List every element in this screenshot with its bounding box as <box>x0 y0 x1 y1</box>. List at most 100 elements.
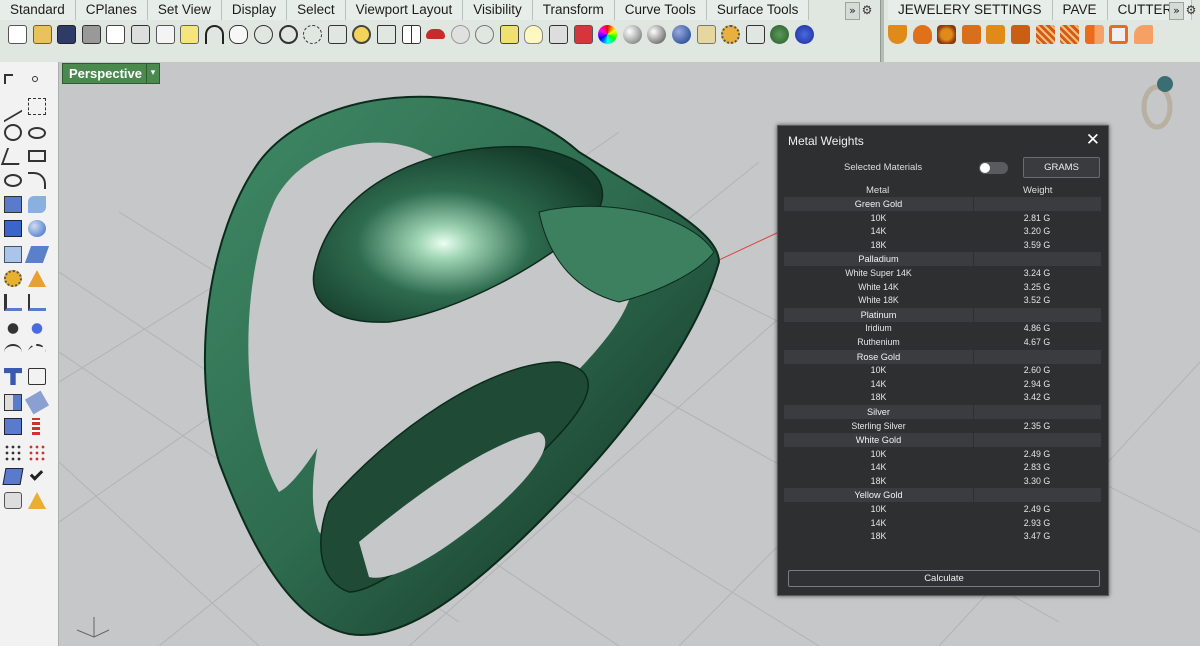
pen-icon[interactable] <box>24 390 50 415</box>
pave-cluster-icon[interactable] <box>937 24 957 44</box>
tab-curve-tools[interactable]: Curve Tools <box>614 0 707 20</box>
tab-cplanes[interactable]: CPlanes <box>75 0 148 20</box>
sweep-icon[interactable] <box>24 246 50 263</box>
rotate-view-icon[interactable] <box>253 24 273 44</box>
bezel-setting-icon[interactable] <box>912 24 932 44</box>
layer-icon[interactable] <box>573 24 593 44</box>
surface-from-curves-icon[interactable] <box>4 196 22 213</box>
polygon-icon[interactable] <box>4 174 22 187</box>
lightbulb-icon[interactable] <box>524 24 544 44</box>
cut-icon[interactable] <box>130 24 150 44</box>
blend-curve-icon[interactable] <box>4 344 22 361</box>
tab-transform[interactable]: Transform <box>532 0 615 20</box>
circle-icon[interactable] <box>4 124 22 141</box>
cutter-block-icon[interactable] <box>1084 24 1104 44</box>
sphere-icon[interactable] <box>28 220 46 237</box>
grid-array-icon[interactable] <box>4 444 22 461</box>
paste-icon[interactable] <box>180 24 200 44</box>
help-icon[interactable] <box>795 24 814 44</box>
boolean-gear-icon[interactable] <box>4 270 22 287</box>
array-icon[interactable] <box>4 394 22 411</box>
ellipse-icon[interactable] <box>28 127 46 139</box>
zoom-all-icon[interactable] <box>376 24 396 44</box>
explode-icon[interactable] <box>28 294 46 311</box>
print-icon[interactable] <box>81 24 101 44</box>
rendered-sphere-icon[interactable] <box>647 24 667 44</box>
options-gear-icon[interactable] <box>721 24 741 44</box>
tab-display[interactable]: Display <box>221 0 288 20</box>
gear-icon[interactable]: ⚙ <box>860 2 874 18</box>
zoom-extents-icon[interactable] <box>327 24 347 44</box>
fillet-curve-icon[interactable] <box>28 172 46 189</box>
gear-icon-right[interactable]: ⚙ <box>1184 2 1198 18</box>
tabs-overflow-button[interactable]: » <box>845 2 860 20</box>
tab-jewelery-settings[interactable]: JEWELERY SETTINGS <box>888 0 1053 20</box>
copy-doc-icon[interactable] <box>155 24 175 44</box>
boolean-diff-icon[interactable] <box>28 320 46 337</box>
zoom-icon[interactable] <box>278 24 298 44</box>
pave-line-icon[interactable] <box>986 24 1006 44</box>
point-cloud-icon[interactable] <box>28 444 46 461</box>
tab-standard[interactable]: Standard <box>0 0 76 20</box>
calculate-button[interactable]: Calculate <box>788 570 1100 587</box>
arc-icon[interactable] <box>0 148 26 165</box>
rectangle-icon[interactable] <box>28 150 46 162</box>
setting-prong-icon[interactable] <box>888 24 907 44</box>
extrude-icon[interactable] <box>4 246 22 263</box>
show-icon[interactable] <box>475 24 495 44</box>
shaded-sphere-icon[interactable] <box>622 24 642 44</box>
unit-grams-button[interactable]: GRAMS <box>1023 157 1100 178</box>
dimension-icon[interactable] <box>28 368 46 385</box>
save-icon[interactable] <box>57 24 77 44</box>
pan-hand-icon[interactable] <box>229 24 249 44</box>
selected-materials-toggle[interactable] <box>979 162 1008 174</box>
curve-cv-icon[interactable] <box>28 98 46 115</box>
mesh-icon[interactable] <box>4 492 22 509</box>
cutter-round-icon[interactable] <box>1133 24 1153 44</box>
viewport-dropdown-button[interactable]: ▾ <box>146 63 160 84</box>
undo-icon[interactable] <box>204 24 224 44</box>
tabs-overflow-button-right[interactable]: » <box>1169 2 1184 20</box>
copy-icon[interactable] <box>106 24 126 44</box>
hide-icon[interactable] <box>450 24 470 44</box>
tab-pave[interactable]: PAVE <box>1052 0 1108 20</box>
color-wheel-icon[interactable] <box>598 24 618 44</box>
pave-curve-icon[interactable] <box>1010 24 1030 44</box>
render-cone-icon[interactable] <box>28 492 46 509</box>
select-arrow-icon[interactable] <box>4 74 13 84</box>
car-icon[interactable] <box>426 29 446 39</box>
block-icon[interactable] <box>745 24 765 44</box>
cutter-stripes-alt-icon[interactable] <box>1060 24 1080 44</box>
text-object-icon[interactable] <box>4 368 22 385</box>
box-icon[interactable] <box>4 220 22 237</box>
globe-icon[interactable] <box>770 24 790 44</box>
cube-transform-icon[interactable] <box>4 418 22 435</box>
boolean-union-icon[interactable] <box>4 320 22 337</box>
material-icon[interactable] <box>696 24 716 44</box>
snap-icon[interactable] <box>499 24 519 44</box>
checkmark-icon[interactable] <box>29 467 44 481</box>
tab-visibility[interactable]: Visibility <box>463 0 533 20</box>
cutter-square-icon[interactable] <box>1109 24 1129 44</box>
tab-viewport-layout[interactable]: Viewport Layout <box>345 0 464 20</box>
move-icon[interactable] <box>32 418 40 435</box>
lock-icon[interactable] <box>549 24 569 44</box>
viewport-layout-icon[interactable] <box>401 24 421 44</box>
pave-grid-icon[interactable] <box>961 24 981 44</box>
viewport-title-tab[interactable]: Perspective <box>62 63 149 84</box>
close-icon[interactable]: ✕ <box>1086 130 1100 150</box>
zoom-selected-icon[interactable] <box>352 24 372 44</box>
ring-model[interactable] <box>203 95 721 636</box>
analyze-icon[interactable] <box>2 468 24 485</box>
join-icon[interactable] <box>4 294 22 311</box>
point-icon[interactable] <box>32 76 38 82</box>
tab-select[interactable]: Select <box>287 0 346 20</box>
loft-icon[interactable] <box>28 196 46 213</box>
new-file-icon[interactable] <box>8 24 27 44</box>
render-sphere-icon[interactable] <box>672 24 692 44</box>
zoom-window-icon[interactable] <box>303 24 323 44</box>
offset-curve-icon[interactable] <box>28 344 46 361</box>
star-burst-icon[interactable] <box>28 270 46 287</box>
tab-surface-tools[interactable]: Surface Tools <box>706 0 810 20</box>
open-folder-icon[interactable] <box>32 24 52 44</box>
